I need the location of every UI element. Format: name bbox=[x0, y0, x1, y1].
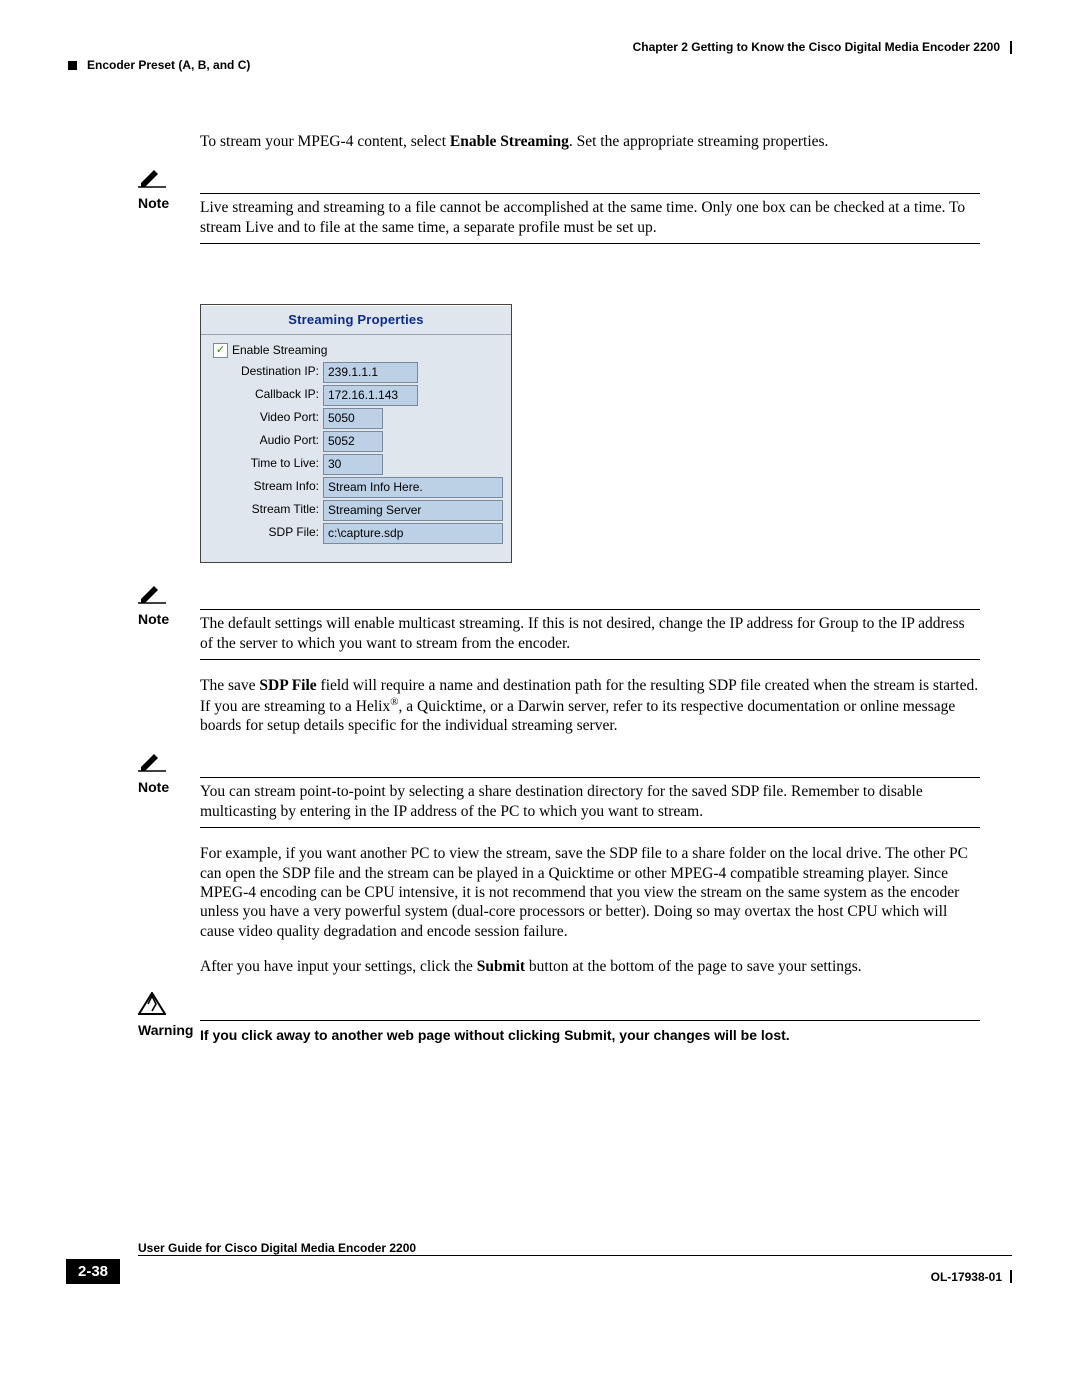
paragraph-1: To stream your MPEG-4 content, select En… bbox=[200, 132, 980, 151]
p2-a: The save bbox=[200, 677, 259, 694]
form-label: Callback IP: bbox=[211, 385, 323, 406]
p1-text-a: To stream your MPEG-4 content, select bbox=[200, 133, 450, 150]
form-row: SDP File:c:\capture.sdp bbox=[211, 523, 505, 544]
form-row: Time to Live:30 bbox=[211, 454, 505, 475]
body-content: To stream your MPEG-4 content, select En… bbox=[200, 132, 980, 151]
note-3-body: You can stream point-to-point by selecti… bbox=[200, 777, 980, 828]
enable-streaming-row: ✓ Enable Streaming bbox=[213, 343, 505, 358]
paragraph-4: After you have input your settings, clic… bbox=[200, 957, 980, 976]
p4-bold: Submit bbox=[477, 958, 525, 975]
pencil-icon bbox=[138, 583, 1080, 605]
form-input[interactable]: Stream Info Here. bbox=[323, 477, 503, 498]
warning-label: Warning bbox=[138, 1020, 200, 1038]
form-label: Audio Port: bbox=[211, 431, 323, 452]
form-row: Destination IP:239.1.1.1 bbox=[211, 362, 505, 383]
form-label: Video Port: bbox=[211, 408, 323, 429]
page-header: Chapter 2 Getting to Know the Cisco Digi… bbox=[68, 40, 1012, 72]
form-label: SDP File: bbox=[211, 523, 323, 544]
form-input[interactable]: 172.16.1.143 bbox=[323, 385, 418, 406]
paragraph-2-wrap: The save SDP File field will require a n… bbox=[200, 676, 980, 735]
header-chapter-text: Chapter 2 Getting to Know the Cisco Digi… bbox=[633, 40, 1000, 54]
form-input[interactable]: 30 bbox=[323, 454, 383, 475]
figure-container: Streaming Properties ✓ Enable Streaming … bbox=[200, 304, 980, 563]
note-3: Note You can stream point-to-point by se… bbox=[138, 777, 980, 828]
p2-bold: SDP File bbox=[259, 677, 316, 694]
header-bar-icon bbox=[1010, 41, 1012, 54]
form-row: Callback IP:172.16.1.143 bbox=[211, 385, 505, 406]
form-label: Stream Info: bbox=[211, 477, 323, 498]
pencil-icon bbox=[138, 751, 1080, 773]
enable-streaming-label: Enable Streaming bbox=[232, 343, 327, 358]
footer-bar-icon bbox=[1010, 1270, 1012, 1283]
footer-title: User Guide for Cisco Digital Media Encod… bbox=[138, 1241, 1012, 1255]
panel-body: ✓ Enable Streaming Destination IP:239.1.… bbox=[201, 335, 511, 562]
form-label: Destination IP: bbox=[211, 362, 323, 383]
note-1: Note Live streaming and streaming to a f… bbox=[138, 193, 980, 244]
p1-text-c: . Set the appropriate streaming properti… bbox=[569, 133, 829, 150]
footer-doc-id-wrap: OL-17938-01 bbox=[931, 1270, 1012, 1284]
form-label: Time to Live: bbox=[211, 454, 323, 475]
p1-bold: Enable Streaming bbox=[450, 133, 569, 150]
page: Chapter 2 Getting to Know the Cisco Digi… bbox=[0, 0, 1080, 1314]
note-2: Note The default settings will enable mu… bbox=[138, 609, 980, 660]
footer-row: 2-38 OL-17938-01 bbox=[66, 1259, 1012, 1284]
form-input[interactable]: 239.1.1.1 bbox=[323, 362, 418, 383]
enable-streaming-checkbox[interactable]: ✓ bbox=[213, 343, 228, 358]
registered-mark: ® bbox=[390, 696, 398, 708]
note-1-body: Live streaming and streaming to a file c… bbox=[200, 193, 980, 244]
form-row: Audio Port:5052 bbox=[211, 431, 505, 452]
paragraph-2: The save SDP File field will require a n… bbox=[200, 676, 980, 735]
warning-icon bbox=[138, 992, 1080, 1016]
header-chapter-line: Chapter 2 Getting to Know the Cisco Digi… bbox=[68, 40, 1012, 54]
panel-title: Streaming Properties bbox=[201, 305, 511, 335]
form-row: Stream Title:Streaming Server bbox=[211, 500, 505, 521]
form-label: Stream Title: bbox=[211, 500, 323, 521]
warning-row: Warning If you click away to another web… bbox=[138, 1020, 980, 1051]
paragraphs-3-4: For example, if you want another PC to v… bbox=[200, 844, 980, 976]
footer-divider bbox=[138, 1255, 1012, 1256]
p4-a: After you have input your settings, clic… bbox=[200, 958, 477, 975]
paragraph-3: For example, if you want another PC to v… bbox=[200, 844, 980, 941]
p4-c: button at the bottom of the page to save… bbox=[525, 958, 862, 975]
page-number: 2-38 bbox=[66, 1259, 120, 1284]
footer-doc-id: OL-17938-01 bbox=[931, 1270, 1002, 1284]
note-3-label: Note bbox=[138, 777, 200, 795]
form-input[interactable]: 5050 bbox=[323, 408, 383, 429]
form-row: Stream Info:Stream Info Here. bbox=[211, 477, 505, 498]
figure-wrap: Streaming Properties ✓ Enable Streaming … bbox=[200, 304, 980, 563]
pencil-icon bbox=[138, 167, 1080, 189]
form-row: Video Port:5050 bbox=[211, 408, 505, 429]
note-1-label: Note bbox=[138, 193, 200, 211]
form-input[interactable]: Streaming Server bbox=[323, 500, 503, 521]
note-2-label: Note bbox=[138, 609, 200, 627]
form-input[interactable]: 5052 bbox=[323, 431, 383, 452]
streaming-properties-panel: Streaming Properties ✓ Enable Streaming … bbox=[200, 304, 512, 563]
header-section-line: Encoder Preset (A, B, and C) bbox=[68, 58, 1012, 72]
page-footer: User Guide for Cisco Digital Media Encod… bbox=[66, 1241, 1012, 1284]
warning-body: If you click away to another web page wi… bbox=[200, 1020, 980, 1051]
header-section-text: Encoder Preset (A, B, and C) bbox=[87, 58, 250, 72]
square-bullet-icon bbox=[68, 61, 77, 70]
form-input[interactable]: c:\capture.sdp bbox=[323, 523, 503, 544]
note-2-body: The default settings will enable multica… bbox=[200, 609, 980, 660]
